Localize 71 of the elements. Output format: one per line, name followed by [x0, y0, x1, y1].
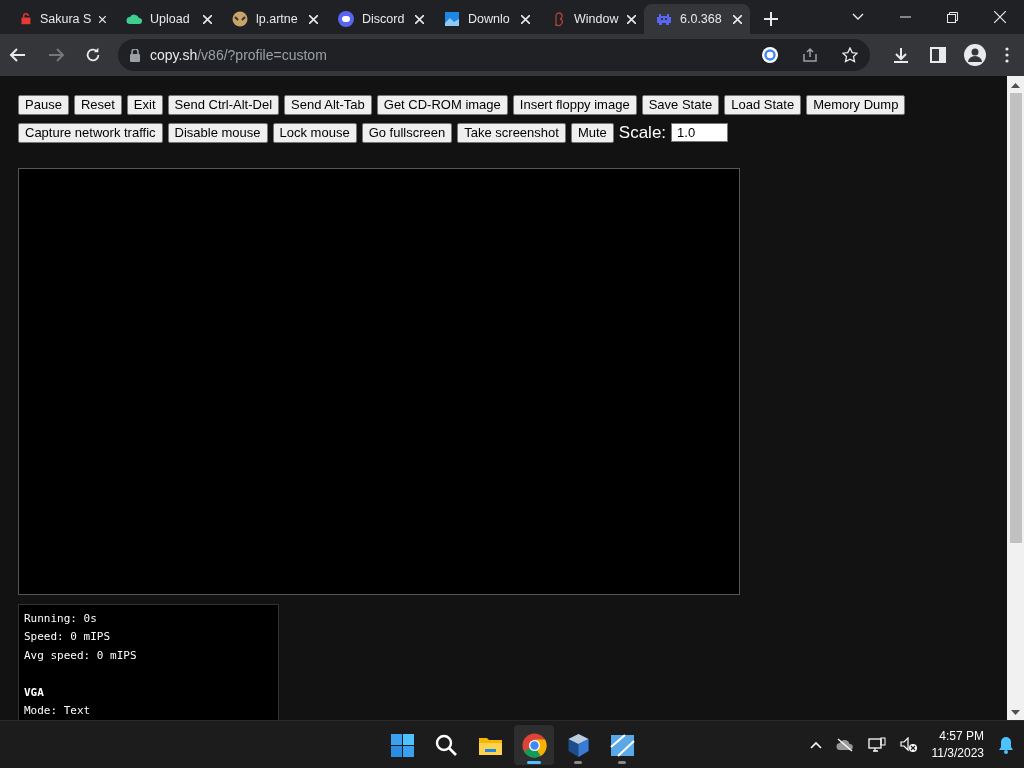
chevron-down-icon[interactable]	[852, 13, 864, 21]
close-icon[interactable]	[733, 14, 742, 24]
page-button[interactable]: Send Ctrl-Alt-Del	[167, 95, 280, 115]
cloud-off-icon[interactable]	[835, 737, 854, 752]
new-tab-icon[interactable]	[764, 12, 778, 26]
page-button[interactable]: Send Alt-Tab	[284, 95, 372, 115]
stat-line: Mode: Text	[24, 703, 92, 719]
chevron-up-icon[interactable]	[809, 740, 822, 749]
page-button[interactable]: Reset	[73, 95, 122, 115]
page-button[interactable]: Load State	[724, 95, 802, 115]
stat-line: Speed: 0 mIPS	[24, 629, 112, 645]
scroll-thumb[interactable]	[1009, 93, 1022, 543]
page-button[interactable]: Capture network traffic	[18, 122, 163, 143]
close-icon[interactable]	[203, 14, 212, 24]
page-button[interactable]: Mute	[570, 122, 614, 143]
clock-date[interactable]: 11/3/2023	[931, 744, 984, 762]
profile-icon[interactable]	[964, 44, 986, 66]
reload-icon[interactable]	[84, 46, 102, 64]
page-button[interactable]: Insert floppy image	[512, 95, 637, 115]
favicon	[338, 11, 354, 27]
page-button[interactable]: Go fullscreen	[361, 122, 453, 143]
page-button[interactable]: Exit	[126, 95, 163, 115]
bell-icon[interactable]	[998, 735, 1014, 754]
close-icon[interactable]	[627, 14, 636, 24]
favicon	[444, 11, 460, 27]
close-icon[interactable]	[415, 14, 424, 24]
network-icon[interactable]	[867, 736, 886, 753]
close-icon[interactable]	[521, 14, 530, 24]
browser-tab[interactable]: Discord	[326, 4, 432, 34]
tiles-icon	[609, 732, 635, 758]
scale-field[interactable]: 1.0	[671, 123, 729, 143]
page-button[interactable]: Lock mouse	[272, 122, 357, 143]
address-bar[interactable]: copy.sh/v86/?profile=custom	[118, 39, 870, 71]
search-icon	[433, 732, 459, 758]
browser-tab[interactable]: Window	[538, 4, 644, 34]
sidebar-icon[interactable]	[930, 47, 946, 63]
restore-icon[interactable]	[947, 11, 958, 23]
browser-tab[interactable]: Sakura S	[8, 4, 114, 34]
volume-muted-icon[interactable]	[899, 736, 918, 753]
browser-tab[interactable]: 6.0.368	[644, 4, 750, 34]
taskbar-button[interactable]	[514, 725, 554, 765]
scroll-down-icon[interactable]	[1011, 710, 1020, 716]
page-button[interactable]: Save State	[641, 95, 720, 115]
share-icon[interactable]	[802, 47, 818, 63]
close-icon[interactable]	[309, 14, 318, 24]
page-button[interactable]: Take screenshot	[457, 122, 566, 143]
browser-tab[interactable]: Upload	[114, 4, 220, 34]
lock-icon[interactable]	[130, 48, 140, 62]
browser-tab[interactable]: Downlo	[432, 4, 538, 34]
page-button[interactable]: Get CD-ROM image	[376, 95, 508, 115]
section-heading: VGA	[24, 684, 45, 701]
windows-icon	[389, 732, 415, 758]
favicon	[232, 11, 248, 27]
scrollbar[interactable]	[1007, 76, 1024, 720]
stat-line: Running: 0s	[24, 610, 98, 627]
page-button[interactable]: Disable mouse	[167, 122, 268, 143]
scroll-up-icon[interactable]	[1011, 82, 1020, 88]
page-button[interactable]: Memory Dump	[806, 95, 906, 115]
scale-label: Scale:	[618, 122, 667, 144]
clock-time[interactable]: 4:57 PM	[931, 727, 984, 745]
stat-line: Avg speed: 0 mIPS	[24, 647, 138, 664]
download-icon[interactable]	[892, 46, 910, 64]
star-icon[interactable]	[842, 47, 858, 63]
page-button[interactable]: Pause	[18, 95, 69, 115]
favicon	[20, 11, 32, 27]
close-icon[interactable]	[994, 11, 1006, 23]
favicon	[656, 11, 672, 27]
menu-icon[interactable]	[1004, 47, 1010, 63]
chrome-icon	[521, 732, 547, 758]
close-icon[interactable]	[99, 14, 106, 24]
browser-tab[interactable]: lp.artne	[220, 4, 326, 34]
